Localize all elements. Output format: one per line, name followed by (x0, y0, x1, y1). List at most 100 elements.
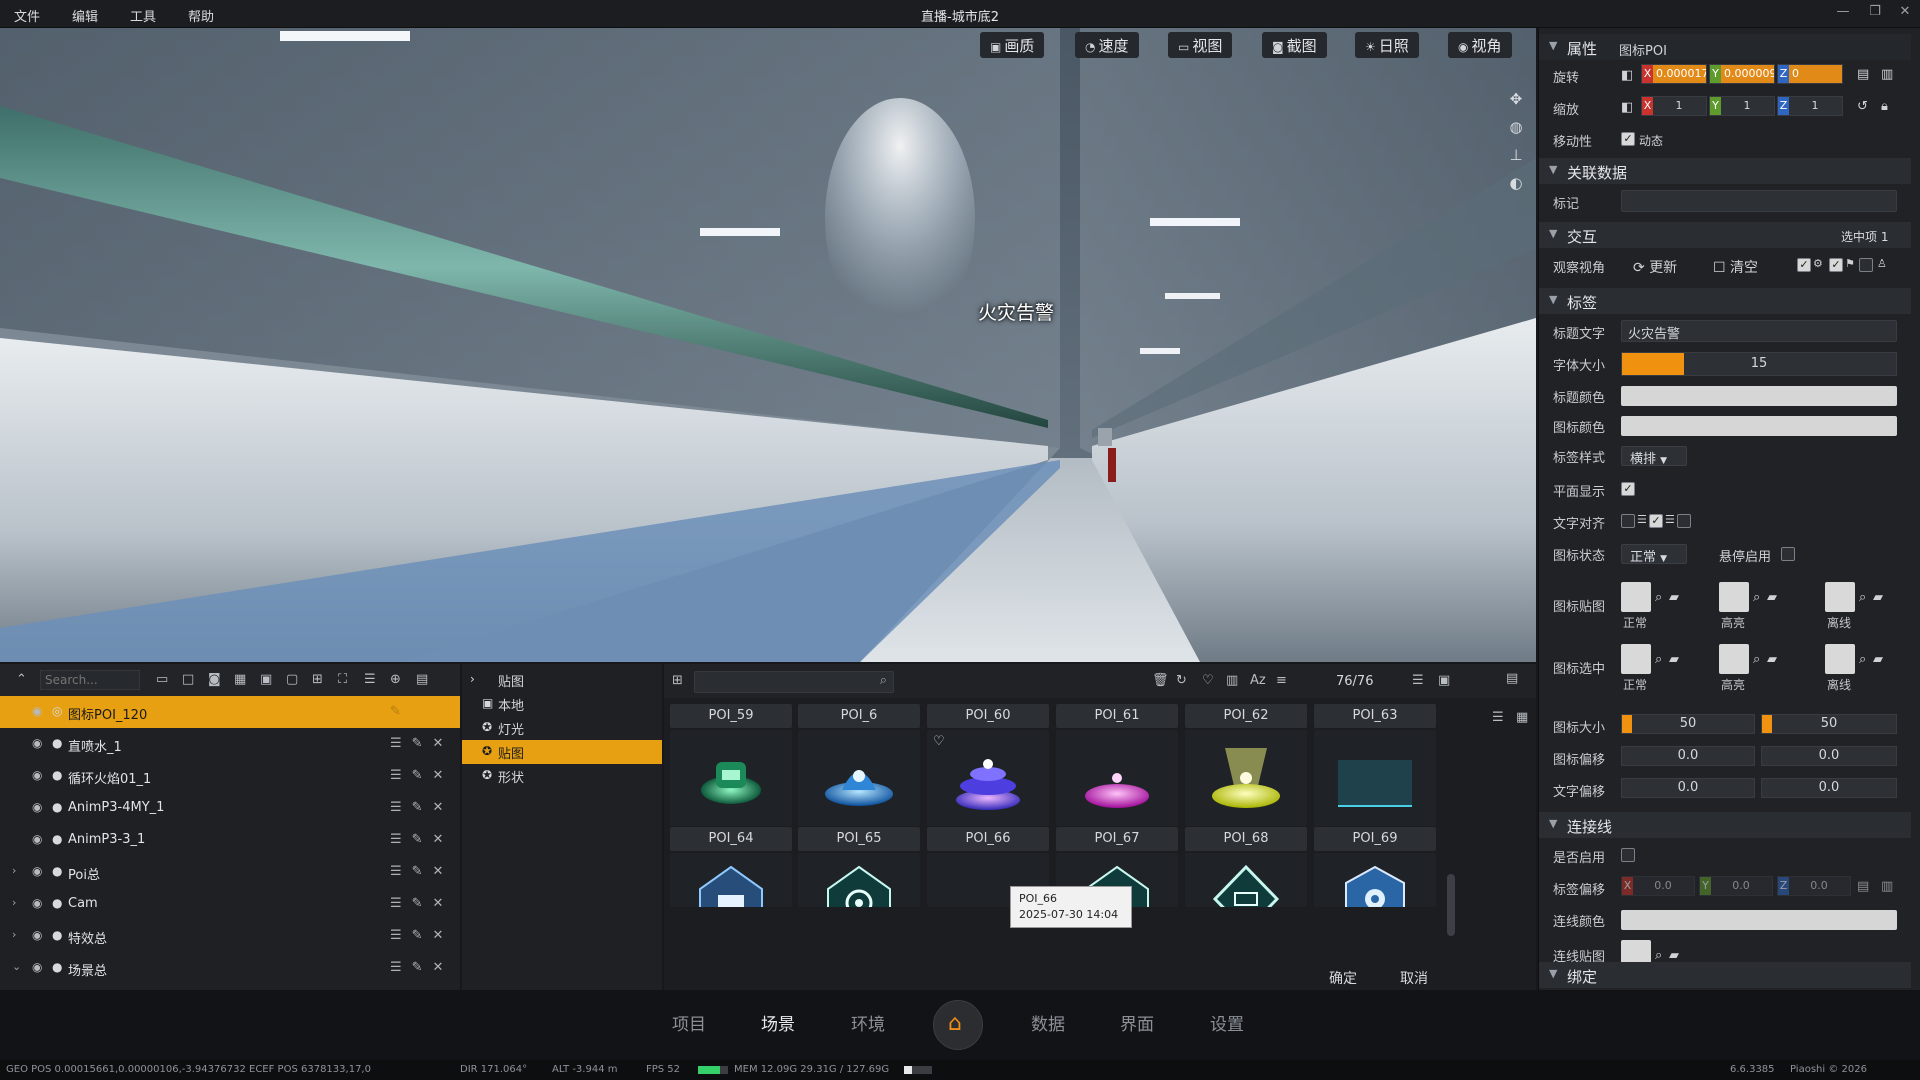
section-interaction[interactable]: ▼ 交互 选中项 1 (1539, 222, 1911, 248)
search-icon[interactable]: ⌕ (1859, 590, 1866, 605)
asset-thumbnail[interactable] (1185, 853, 1307, 907)
folder-icon[interactable]: ▰ (1767, 652, 1777, 667)
chart-icon[interactable]: ▥ (1226, 673, 1238, 688)
nav-interface[interactable]: 界面 (1120, 1010, 1154, 1035)
folder-icon[interactable]: ▰ (1669, 652, 1679, 667)
scene-tree-item[interactable]: › ◉ ● Cam ☰✎✕ (0, 888, 460, 920)
nav-data[interactable]: 数据 (1031, 1010, 1065, 1035)
nav-environment[interactable]: 环境 (851, 1010, 885, 1035)
list-icon[interactable]: ☰ (364, 672, 376, 687)
scene-tree-item[interactable]: ◉ ● AnimP3-3_1 ☰✎✕ (0, 824, 460, 856)
mobility-checkbox[interactable]: ✓ (1621, 132, 1635, 146)
align-right-checkbox[interactable] (1677, 514, 1691, 528)
enabled-checkbox[interactable] (1621, 848, 1635, 862)
visibility-icon[interactable]: ◉ (32, 768, 42, 782)
search-icon[interactable]: ⌕ (1655, 948, 1662, 963)
icon-size-height[interactable]: 50 (1761, 714, 1897, 734)
poi-label[interactable]: 火灾告警 (978, 298, 1054, 325)
visibility-icon[interactable]: ◉ (32, 896, 42, 910)
asset-thumbnail[interactable]: ♡ (927, 730, 1049, 826)
visibility-icon[interactable]: ◉ (32, 704, 42, 718)
row-actions[interactable]: ☰✎✕ (390, 768, 453, 783)
list-view-icon[interactable]: ☰ (1492, 710, 1504, 725)
collapse-up-icon[interactable]: ⌃ (16, 672, 27, 687)
node-icon[interactable]: ⊞ (312, 672, 323, 687)
asset-thumbnail[interactable] (670, 853, 792, 907)
category-item[interactable]: › 贴图 (462, 668, 662, 692)
screenshot-button[interactable]: ◙ 截图 (1262, 32, 1327, 58)
view-button[interactable]: ▭ 视图 (1168, 32, 1233, 58)
scale-x-field[interactable]: X1 (1641, 96, 1707, 116)
menu-edit[interactable]: 编辑 (72, 6, 98, 25)
scene-tree-item[interactable]: › ◉ ● Poi总 ☰✎✕ (0, 856, 460, 888)
tag-input[interactable] (1621, 190, 1897, 212)
quality-button[interactable]: ▣ 画质 (980, 32, 1045, 58)
section-label[interactable]: ▼ 标签 (1539, 288, 1911, 314)
nav-project[interactable]: 项目 (672, 1010, 706, 1035)
asset-thumbnail[interactable] (670, 730, 792, 826)
search-icon[interactable]: ⌕ (1753, 590, 1760, 605)
row-actions[interactable]: ☰✎✕ (390, 896, 453, 911)
texture-highlight-thumb[interactable] (1719, 582, 1749, 612)
expand-icon[interactable]: ⛶ (338, 672, 347, 687)
camera-angle-button[interactable]: ◉ 视角 (1448, 32, 1512, 58)
asset-thumbnail[interactable] (1314, 730, 1436, 826)
update-button[interactable]: ⟳ 更新 (1633, 257, 1677, 277)
folder-icon[interactable]: ▰ (1669, 590, 1679, 605)
scene-tree-item[interactable]: ◉ ● 直喷水_1 ☰✎✕ (0, 728, 460, 760)
texture-offline-thumb[interactable] (1825, 582, 1855, 612)
nav-scene[interactable]: 场景 (761, 1010, 795, 1035)
visibility-icon[interactable]: ◉ (32, 736, 42, 750)
line-color-swatch[interactable] (1621, 910, 1897, 930)
search-icon[interactable]: ⌕ (1859, 652, 1866, 667)
title-text-input[interactable]: 火灾告警 (1621, 320, 1897, 342)
menu-help[interactable]: 帮助 (188, 6, 214, 25)
search-icon[interactable]: ⌕ (1655, 590, 1662, 605)
scene-tree-item[interactable]: ◉ ● 循环火焰01_1 ☰✎✕ (0, 760, 460, 792)
grid-icon[interactable]: ▣ (260, 672, 272, 687)
icon-size-width[interactable]: 50 (1621, 714, 1755, 734)
folder-icon[interactable]: ▰ (1873, 590, 1883, 605)
icon-state-select[interactable]: 正常 ▼ (1621, 544, 1687, 565)
expand-icon[interactable]: ⌄ (12, 960, 21, 973)
visibility-icon[interactable]: ◉ (32, 864, 42, 878)
expand-icon[interactable]: › (12, 928, 16, 941)
heart-icon[interactable]: ♡ (933, 734, 945, 749)
earth-icon[interactable]: ◐ (1505, 174, 1527, 196)
section-connect-line[interactable]: ▼ 连接线 (1539, 812, 1911, 838)
label-offset-y[interactable]: Y 0.0 (1699, 876, 1773, 896)
row-actions[interactable]: ☰✎✕ (390, 928, 453, 943)
properties-header[interactable]: ▼ 属性 图标POI (1539, 34, 1911, 60)
lock-icon[interactable]: 🔒︎ (1881, 99, 1888, 114)
text-offset-x[interactable]: 0.0 (1621, 778, 1755, 798)
category-item[interactable]: ✪ 灯光 (462, 716, 662, 740)
expand-icon[interactable]: › (12, 864, 16, 877)
rotation-x-field[interactable]: X 0.000017 (1641, 64, 1707, 84)
hover-enable-checkbox[interactable] (1781, 547, 1795, 561)
row-actions[interactable]: ☰✎✕ (390, 800, 453, 815)
clear-button[interactable]: ☐ 清空 (1713, 257, 1758, 277)
folder-icon[interactable]: ▰ (1669, 948, 1679, 963)
copy-icon[interactable]: ▤ (1857, 67, 1869, 82)
font-size-slider[interactable]: 15 (1621, 352, 1897, 376)
minimize-icon[interactable]: — (1832, 4, 1854, 22)
close-icon[interactable]: ✕ (1894, 4, 1916, 22)
search-icon[interactable]: ⌕ (1753, 652, 1760, 667)
paste-icon[interactable]: ▥ (1881, 879, 1893, 894)
rotation-z-field[interactable]: Z0 (1777, 64, 1843, 84)
selected-offline-thumb[interactable] (1825, 644, 1855, 674)
history-icon[interactable]: ↻ (1176, 673, 1187, 688)
edit-icon[interactable]: ✎ (390, 704, 411, 719)
folder-icon[interactable]: ▭ (156, 672, 168, 687)
expand-icon[interactable]: › (12, 896, 16, 909)
rotation-y-field[interactable]: Y 0.000009 (1709, 64, 1775, 84)
panel-icon[interactable]: ▤ (1506, 671, 1518, 686)
asset-thumbnail[interactable] (1185, 730, 1307, 826)
3d-viewport[interactable]: ▣ 画质 ◔ 速度 ▭ 视图 ◙ 截图 ☀ 日照 ◉ 视角 ✥ ◍ ⊥ ◐ 火灾告警 (0, 28, 1536, 662)
move-icon[interactable]: ✥ (1505, 90, 1527, 112)
selected-highlight-thumb[interactable] (1719, 644, 1749, 674)
settings-icon[interactable]: ▣ (1438, 673, 1450, 688)
axis-icon[interactable]: ⊥ (1505, 146, 1527, 168)
category-item[interactable]: ✪ 贴图 (462, 740, 662, 764)
scene-tree-item[interactable]: › ◉ ● 特效总 ☰✎✕ (0, 920, 460, 952)
